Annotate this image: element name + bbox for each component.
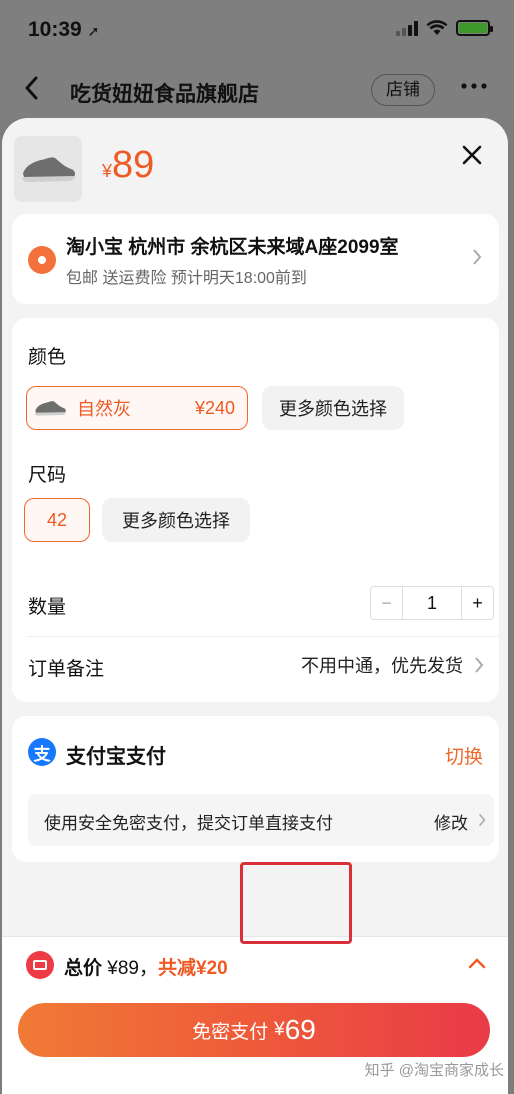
chevron-up-icon[interactable] (468, 949, 486, 975)
more-colors-button[interactable]: 更多颜色选择 (262, 386, 404, 430)
quantity-stepper: − 1 + (370, 586, 494, 620)
nav-bar: 吃货妞妞食品旗舰店 店铺 (0, 62, 514, 120)
pay-button-label: 免密支付 (192, 1021, 269, 1043)
signal-icon (396, 20, 418, 36)
total-label: 总价 (64, 958, 103, 979)
spec-card: 颜色 自然灰 ¥240 更多颜色选择 尺码 42 更多颜色选择 数量 − 1 +… (12, 318, 499, 702)
shoe-icon (33, 394, 67, 422)
total-amount: ¥89， (107, 958, 158, 979)
edit-payment-button[interactable]: 修改 (434, 809, 468, 834)
more-icon[interactable] (460, 74, 488, 105)
size-option-selected[interactable]: 42 (24, 498, 90, 542)
wifi-icon (426, 20, 448, 35)
status-icons (396, 20, 493, 36)
pay-button[interactable]: 免密支付 ¥69 (18, 1003, 490, 1057)
chevron-right-icon (478, 811, 486, 834)
password-free-desc: 使用安全免密支付，提交订单直接支付 (44, 814, 333, 833)
store-button[interactable]: 店铺 (371, 74, 435, 106)
quantity-label: 数量 (28, 597, 67, 618)
switch-payment-button[interactable]: 切换 (445, 742, 483, 769)
close-icon[interactable] (462, 140, 482, 172)
status-time: 10:39 ➚ (28, 18, 100, 41)
product-header: ¥89 (2, 118, 508, 210)
chevron-right-icon (474, 656, 484, 680)
payment-card: 支 支付宝支付 切换 使用安全免密支付，提交订单直接支付 修改 (12, 716, 499, 862)
product-price: ¥89 (102, 144, 155, 186)
color-option-name: 自然灰 (77, 399, 131, 419)
password-free-box[interactable]: 使用安全免密支付，提交订单直接支付 修改 (28, 794, 494, 846)
decrease-button[interactable]: − (371, 587, 403, 619)
shoe-icon (22, 157, 75, 182)
increase-button[interactable]: + (461, 587, 493, 619)
watermark: 知乎 @淘宝商家成长 (364, 1062, 504, 1079)
color-label: 颜色 (28, 347, 67, 368)
order-note-label: 订单备注 (28, 659, 105, 680)
shipping-info: 包邮 送运费险 预计明天18:00前到 (66, 270, 307, 287)
quantity-value[interactable]: 1 (403, 587, 461, 619)
more-sizes-button[interactable]: 更多颜色选择 (102, 498, 250, 542)
highlight-box (240, 862, 352, 944)
pay-button-currency: ¥ (274, 1019, 285, 1040)
color-option-selected[interactable]: 自然灰 ¥240 (26, 386, 248, 430)
payment-method: 支付宝支付 (66, 746, 166, 768)
alipay-icon: 支 (28, 738, 56, 766)
address-line: 淘小宝 杭州市 余杭区未来域A座2099室 (66, 237, 399, 258)
order-note-value[interactable]: 不用中通，优先发货 (301, 652, 463, 678)
status-bar: 10:39 ➚ (0, 0, 514, 62)
back-arrow-icon[interactable] (24, 76, 38, 107)
battery-icon (456, 20, 493, 36)
store-title: 吃货妞妞食品旗舰店 (70, 83, 259, 106)
location-arrow-icon: ➚ (87, 23, 100, 39)
product-thumbnail (14, 136, 82, 202)
total-summary: 总价 ¥89，共减¥20 (64, 953, 228, 980)
color-option-price: ¥240 (194, 397, 235, 418)
discount-amount: 共减¥20 (158, 958, 228, 979)
pay-button-amount: 69 (284, 1014, 316, 1045)
chevron-right-icon (472, 248, 482, 272)
address-card[interactable]: 淘小宝 杭州市 余杭区未来域A座2099室 包邮 送运费险 预计明天18:00前… (12, 214, 499, 304)
size-label: 尺码 (28, 465, 67, 486)
location-pin-icon (28, 246, 56, 274)
sku-sheet: ¥89 淘小宝 杭州市 余杭区未来域A座2099室 包邮 送运费险 预计明天18… (2, 118, 508, 1094)
coupon-icon (26, 951, 54, 979)
divider (28, 636, 499, 637)
